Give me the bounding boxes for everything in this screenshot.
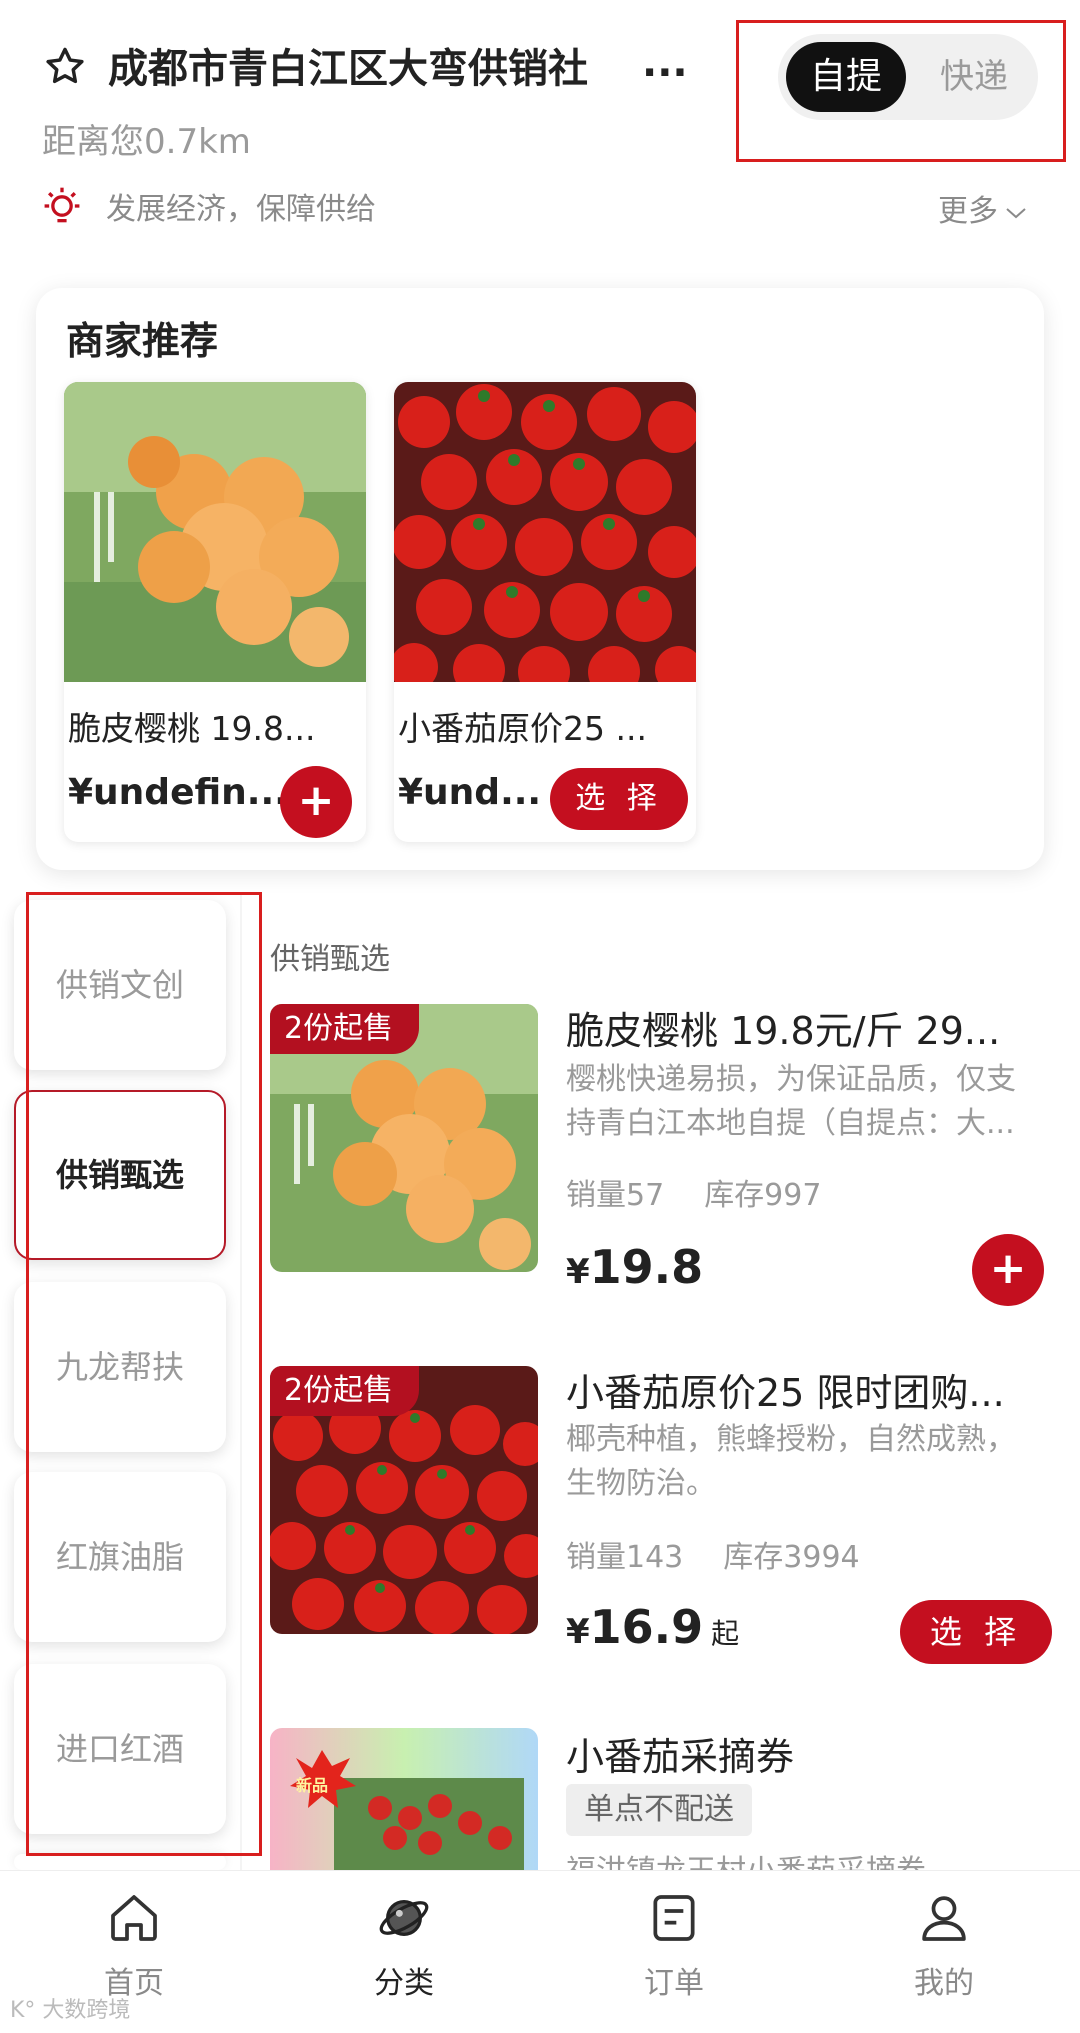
section-title: 供销甄选: [270, 942, 390, 977]
delivery-toggle[interactable]: 自提 快递: [778, 34, 1038, 120]
product-stock: 库存3994: [723, 1540, 860, 1575]
user-icon: [922, 1896, 966, 1941]
tomato-product-image: [394, 382, 696, 682]
product-name[interactable]: 小番茄原价25 限时团购...: [566, 1362, 1005, 1417]
product-name[interactable]: 脆皮樱桃 19.8元/斤 29...: [566, 1000, 1000, 1055]
store-distance: 距离您0.7km: [42, 122, 251, 162]
store-slogan: 发展经济，保障供给: [106, 192, 376, 227]
recommend-item-name: 小番茄原价25 ...: [398, 709, 647, 748]
product-stats: 销量143 库存3994: [566, 1532, 860, 1576]
sidebar-item-partial: [14, 1854, 226, 1870]
nav-label: 分类: [374, 1966, 434, 2001]
product-stock: 库存997: [704, 1178, 822, 1213]
select-spec-button[interactable]: 选 择: [550, 768, 688, 830]
recommend-item-price: ¥und...: [398, 772, 542, 813]
nav-item-orders[interactable]: 订单: [574, 1890, 774, 2002]
recommend-item[interactable]: 小番茄原价25 ... ¥und... 选 择: [394, 382, 696, 842]
product-image[interactable]: 2份起售: [270, 1004, 538, 1272]
annotation-box-sidebar: [26, 892, 262, 1856]
new-badge: 新品: [296, 1776, 329, 1795]
favorite-star-icon[interactable]: [42, 44, 88, 90]
product-stats: 销量57 库存997: [566, 1170, 821, 1214]
price-symbol: ¥: [566, 1612, 590, 1652]
product-image[interactable]: 2份起售: [270, 1366, 538, 1634]
price-suffix: 起: [711, 1617, 740, 1650]
nav-item-profile[interactable]: 我的: [844, 1890, 1044, 2002]
add-to-cart-button[interactable]: +: [972, 1234, 1044, 1306]
tomato-picking-image: [270, 1728, 538, 1870]
price-symbol: ¥: [566, 1252, 590, 1292]
product-description: 樱桃快递易损，为保证品质，仅支持青白江本地自提（自提点：大...: [566, 1062, 1016, 1141]
store-name[interactable]: 成都市青白江区大弯供销社: [108, 36, 588, 94]
cherry-product-image: [64, 382, 366, 682]
recommend-item-name: 脆皮樱桃 19.8...: [68, 709, 316, 748]
min-order-badge: 2份起售: [270, 1366, 420, 1416]
recommend-title: 商家推荐: [66, 319, 219, 363]
chevron-down-icon: [1006, 207, 1026, 218]
planet-icon: [379, 1900, 429, 1936]
express-option[interactable]: 快递: [918, 42, 1030, 112]
watermark: K° 大数跨境: [10, 1998, 131, 2023]
delivery-tag: 单点不配送: [566, 1784, 752, 1836]
product-description: 福洪镇龙王村小番茄采摘券: [566, 1852, 1036, 1870]
order-icon: [653, 1895, 695, 1941]
price-value: 16.9: [589, 1600, 704, 1654]
nav-item-category[interactable]: 分类: [304, 1890, 504, 2002]
price-value: 19.8: [589, 1240, 704, 1294]
select-spec-button[interactable]: 选 择: [900, 1600, 1052, 1664]
more-link[interactable]: 更多: [938, 186, 1028, 230]
product-sales: 销量57: [566, 1178, 665, 1213]
nav-label: 订单: [644, 1966, 704, 2001]
product-name[interactable]: 小番茄采摘券: [566, 1726, 794, 1781]
product-sales: 销量143: [566, 1540, 684, 1575]
product-price: ¥19.8: [566, 1240, 703, 1294]
product-description: 椰壳种植，熊蜂授粉，自然成熟，生物防治。: [566, 1422, 1016, 1501]
store-name-ellipsis: ...: [642, 40, 688, 86]
recommend-item-price: ¥undefin...: [68, 772, 288, 813]
recommend-item[interactable]: 脆皮樱桃 19.8... ¥undefin... +: [64, 382, 366, 842]
product-image[interactable]: 新品: [270, 1728, 538, 1870]
lightbulb-icon: [44, 187, 80, 223]
more-label: 更多: [938, 194, 998, 229]
nav-item-home[interactable]: 首页: [34, 1890, 234, 2002]
pickup-option[interactable]: 自提: [786, 42, 906, 112]
min-order-badge: 2份起售: [270, 1004, 420, 1054]
product-price: ¥16.9 起: [566, 1600, 739, 1654]
nav-label: 我的: [914, 1966, 974, 2001]
add-to-cart-button[interactable]: +: [280, 766, 352, 838]
home-icon: [111, 1895, 157, 1941]
